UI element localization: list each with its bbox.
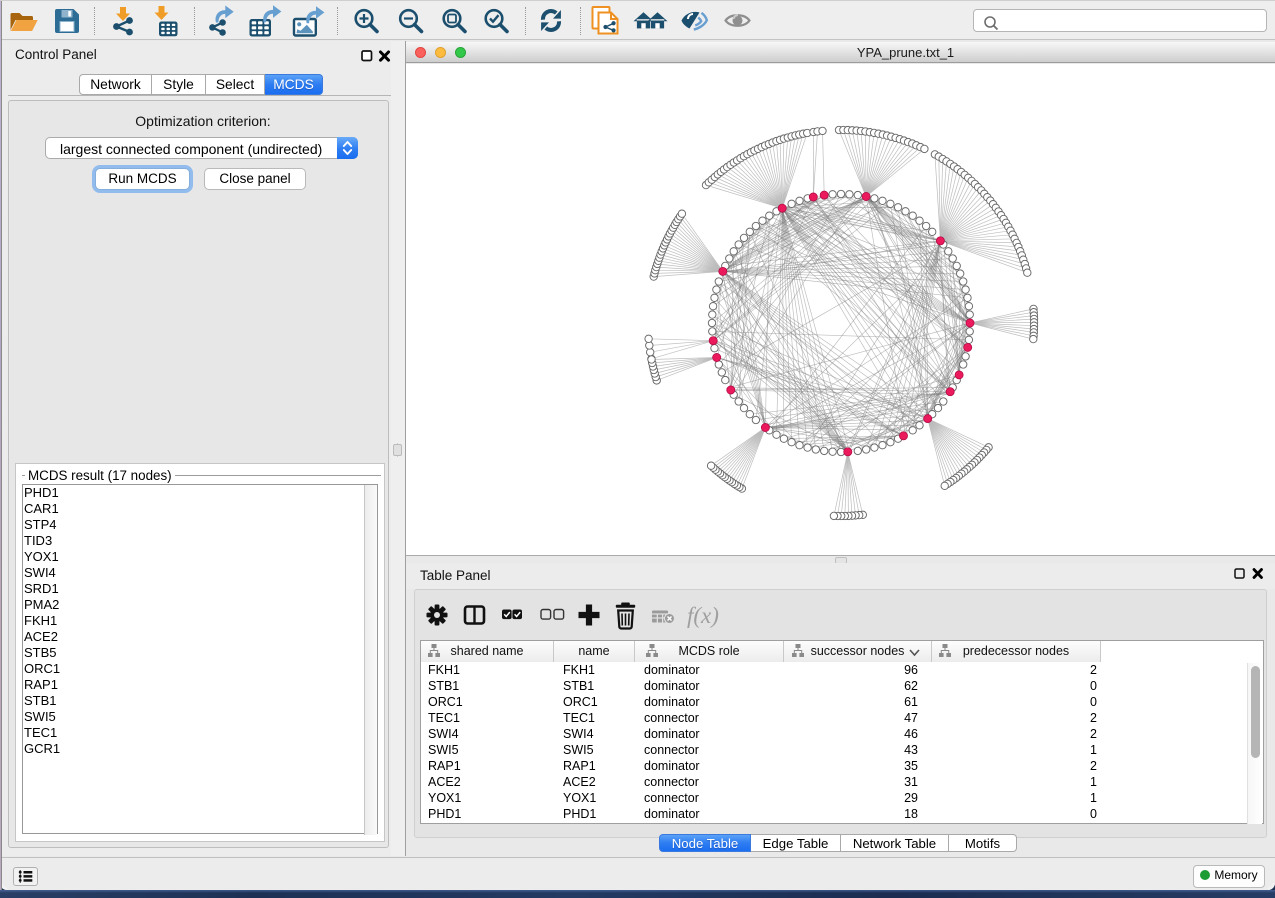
svg-text:f(x): f(x) (687, 603, 719, 628)
